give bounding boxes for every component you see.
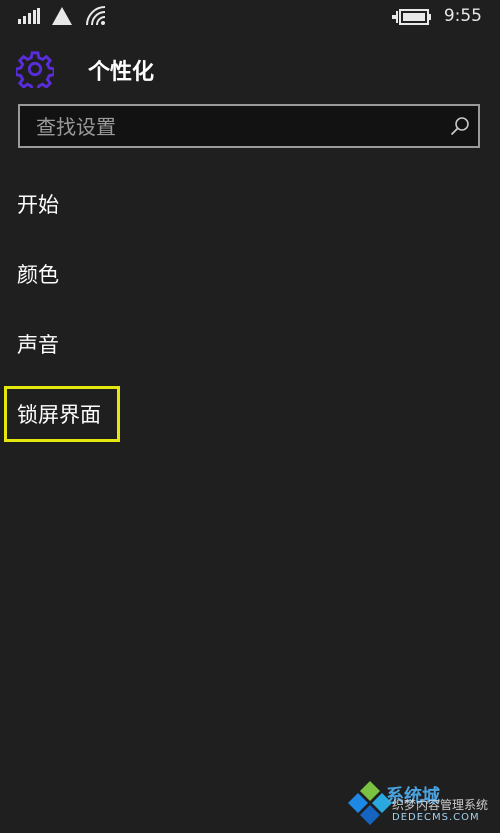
menu-item-start[interactable]: 开始 [17, 185, 59, 225]
search-icon[interactable] [450, 116, 470, 136]
page-title: 个性化 [88, 60, 155, 85]
watermark-line2: DEDECMS.COM [392, 812, 480, 823]
gear-icon [16, 51, 54, 88]
search-box[interactable] [18, 104, 480, 148]
clock-time: 9:55 [443, 6, 482, 26]
signal-bars-icon [18, 8, 40, 24]
menu-item-sounds[interactable]: 声音 [17, 325, 59, 365]
status-bar: 9:55 [0, 0, 500, 34]
menu-item-colors[interactable]: 颜色 [17, 255, 59, 295]
page-header: 个性化 [0, 48, 500, 92]
network-triangle-icon [52, 7, 72, 25]
search-input[interactable] [34, 106, 438, 148]
highlight-box [4, 386, 120, 442]
battery-charging-icon [392, 9, 431, 25]
watermark-line1: 织梦内容管理系统 [392, 798, 489, 812]
wifi-icon [86, 6, 106, 26]
